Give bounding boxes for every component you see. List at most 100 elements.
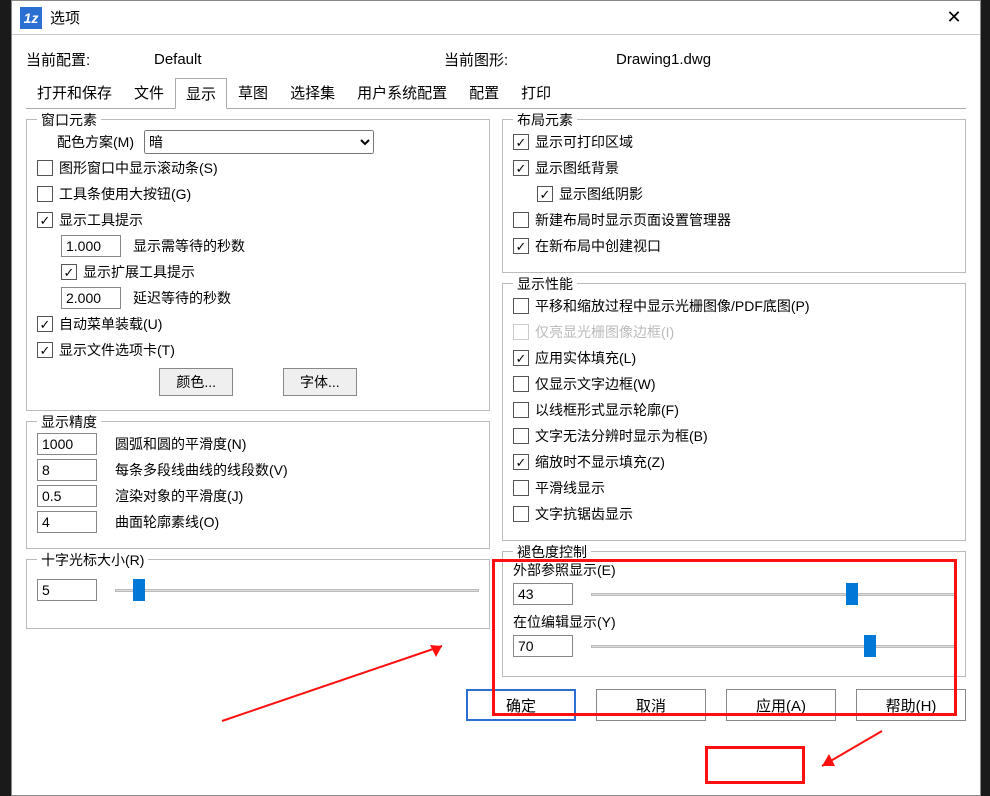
- dialog-buttons: 确定 取消 应用(A) 帮助(H): [12, 677, 980, 733]
- highlight-frame-checkbox: [513, 324, 529, 340]
- autoload-label: 自动菜单装载(U): [59, 314, 162, 334]
- large-buttons-label: 工具条使用大按钮(G): [59, 184, 191, 204]
- xref-value-input[interactable]: [513, 583, 573, 605]
- colorscheme-select[interactable]: 暗: [144, 130, 374, 154]
- render-smooth-input[interactable]: [37, 485, 97, 507]
- smooth-line-label: 平滑线显示: [535, 478, 605, 498]
- inplace-label: 在位编辑显示(Y): [513, 612, 955, 632]
- filetab-label: 显示文件选项卡(T): [59, 340, 175, 360]
- tooltip-wait-label: 显示需等待的秒数: [133, 236, 245, 256]
- inplace-value-input[interactable]: [513, 635, 573, 657]
- tab-file[interactable]: 文件: [123, 77, 175, 108]
- surface-contour-label: 曲面轮廓素线(O): [115, 512, 219, 532]
- scrollbars-checkbox[interactable]: [37, 160, 53, 176]
- filetab-checkbox[interactable]: [37, 342, 53, 358]
- tooltip-delay-input[interactable]: [61, 287, 121, 309]
- wireframe-checkbox[interactable]: [513, 402, 529, 418]
- new-layout-pagesetup-checkbox[interactable]: [513, 212, 529, 228]
- current-profile-value: Default: [154, 51, 444, 68]
- crosshair-size-input[interactable]: [37, 579, 97, 601]
- viewport-new-label: 在新布局中创建视口: [535, 236, 661, 256]
- xref-slider[interactable]: [591, 584, 955, 604]
- new-layout-pagesetup-label: 新建布局时显示页面设置管理器: [535, 210, 731, 230]
- options-dialog: 1z 选项 ✕ 当前配置: Default 当前图形: Drawing1.dwg…: [11, 0, 981, 796]
- autoload-checkbox[interactable]: [37, 316, 53, 332]
- inplace-slider-thumb[interactable]: [864, 635, 876, 657]
- display-accuracy-legend: 显示精度: [37, 412, 101, 432]
- profile-info-row: 当前配置: Default 当前图形: Drawing1.dwg: [26, 45, 966, 73]
- titlebar: 1z 选项 ✕: [12, 1, 980, 35]
- tooltip-delay-label: 延迟等待的秒数: [133, 288, 231, 308]
- inplace-slider[interactable]: [591, 636, 955, 656]
- crosshair-slider-thumb[interactable]: [133, 579, 145, 601]
- tooltip-wait-input[interactable]: [61, 235, 121, 257]
- close-button[interactable]: ✕: [936, 4, 972, 32]
- degrade-text-label: 文字无法分辨时显示为框(B): [535, 426, 708, 446]
- degrade-text-checkbox[interactable]: [513, 428, 529, 444]
- cancel-button[interactable]: 取消: [596, 689, 706, 721]
- crosshair-group: 十字光标大小(R): [26, 559, 490, 629]
- no-fill-zoom-label: 缩放时不显示填充(Z): [535, 452, 665, 472]
- smooth-line-checkbox[interactable]: [513, 480, 529, 496]
- tab-bar: 打开和保存 文件 显示 草图 选择集 用户系统配置 配置 打印: [26, 77, 966, 109]
- xref-slider-thumb[interactable]: [846, 583, 858, 605]
- tab-profile[interactable]: 配置: [458, 77, 510, 108]
- window-elements-legend: 窗口元素: [37, 110, 101, 130]
- scrollbars-label: 图形窗口中显示滚动条(S): [59, 158, 218, 178]
- display-perf-legend: 显示性能: [513, 274, 577, 294]
- render-smooth-label: 渲染对象的平滑度(J): [115, 486, 243, 506]
- polyline-seg-input[interactable]: [37, 459, 97, 481]
- no-fill-zoom-checkbox[interactable]: [513, 454, 529, 470]
- layout-elements-legend: 布局元素: [513, 110, 577, 130]
- current-drawing-value: Drawing1.dwg: [616, 51, 711, 68]
- large-buttons-checkbox[interactable]: [37, 186, 53, 202]
- solid-fill-label: 应用实体填充(L): [535, 348, 636, 368]
- tooltips-label: 显示工具提示: [59, 210, 143, 230]
- fonts-button[interactable]: 字体...: [283, 368, 357, 396]
- surface-contour-input[interactable]: [37, 511, 97, 533]
- app-logo-icon: 1z: [20, 7, 42, 29]
- colors-button[interactable]: 颜色...: [159, 368, 233, 396]
- ok-button[interactable]: 确定: [466, 689, 576, 721]
- tab-selection[interactable]: 选择集: [279, 77, 346, 108]
- apply-button[interactable]: 应用(A): [726, 689, 836, 721]
- arc-smooth-input[interactable]: [37, 433, 97, 455]
- tooltips-checkbox[interactable]: [37, 212, 53, 228]
- highlight-apply-button: [705, 746, 805, 784]
- fade-control-legend: 褪色度控制: [513, 542, 591, 562]
- print-area-checkbox[interactable]: [513, 134, 529, 150]
- current-profile-label: 当前配置:: [26, 49, 154, 70]
- display-accuracy-group: 显示精度 圆弧和圆的平滑度(N) 每条多段线曲线的线段数(V) 渲染对象的平滑度…: [26, 421, 490, 549]
- polyline-seg-label: 每条多段线曲线的线段数(V): [115, 460, 288, 480]
- paper-bg-label: 显示图纸背景: [535, 158, 619, 178]
- arrow-to-apply-icon: [807, 726, 887, 781]
- text-frame-label: 仅显示文字边框(W): [535, 374, 656, 394]
- fade-control-group: 褪色度控制 外部参照显示(E) 在位编辑显示(Y): [502, 551, 966, 677]
- viewport-new-checkbox[interactable]: [513, 238, 529, 254]
- antialias-text-checkbox[interactable]: [513, 506, 529, 522]
- current-drawing-label: 当前图形:: [444, 49, 616, 70]
- text-frame-checkbox[interactable]: [513, 376, 529, 392]
- colorscheme-label: 配色方案(M): [57, 132, 134, 152]
- window-elements-group: 窗口元素 配色方案(M) 暗 图形窗口中显示滚动条(S) 工具条使用大按钮(G)…: [26, 119, 490, 411]
- pan-zoom-label: 平移和缩放过程中显示光栅图像/PDF底图(P): [535, 296, 810, 316]
- solid-fill-checkbox[interactable]: [513, 350, 529, 366]
- pan-zoom-checkbox[interactable]: [513, 298, 529, 314]
- ext-tooltips-checkbox[interactable]: [61, 264, 77, 280]
- help-button[interactable]: 帮助(H): [856, 689, 966, 721]
- window-title: 选项: [50, 7, 936, 28]
- print-area-label: 显示可打印区域: [535, 132, 633, 152]
- paper-shadow-label: 显示图纸阴影: [559, 184, 643, 204]
- tab-open-save[interactable]: 打开和保存: [26, 77, 123, 108]
- paper-bg-checkbox[interactable]: [513, 160, 529, 176]
- paper-shadow-checkbox[interactable]: [537, 186, 553, 202]
- antialias-text-label: 文字抗锯齿显示: [535, 504, 633, 524]
- wireframe-label: 以线框形式显示轮廓(F): [535, 400, 679, 420]
- tab-user-system[interactable]: 用户系统配置: [346, 77, 458, 108]
- tab-display[interactable]: 显示: [175, 78, 227, 109]
- tab-print[interactable]: 打印: [510, 77, 562, 108]
- crosshair-legend: 十字光标大小(R): [37, 550, 148, 570]
- crosshair-slider[interactable]: [115, 580, 479, 600]
- xref-label: 外部参照显示(E): [513, 560, 955, 580]
- tab-sketch[interactable]: 草图: [227, 77, 279, 108]
